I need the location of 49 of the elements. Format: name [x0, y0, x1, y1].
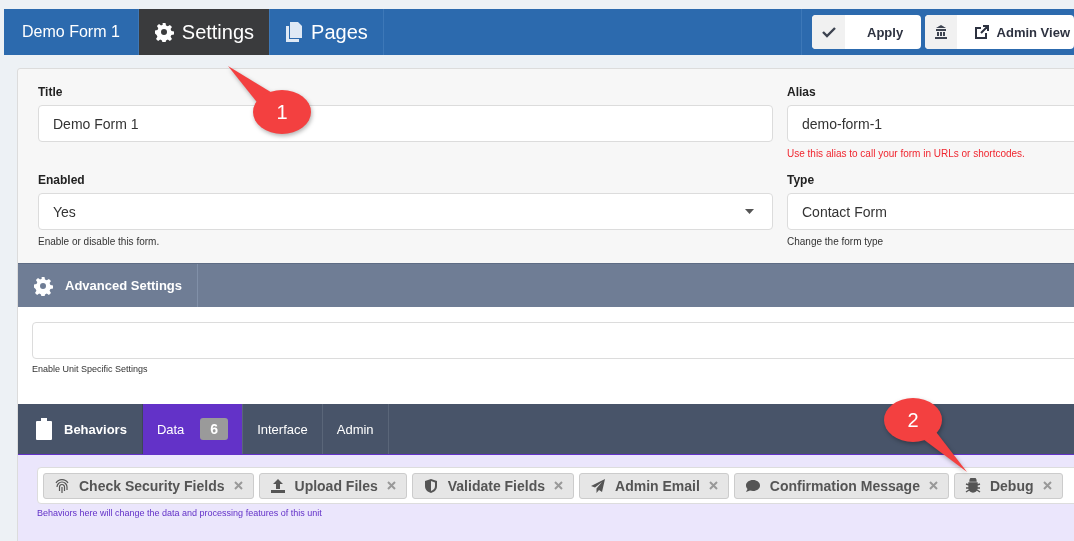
- behavior-tag[interactable]: Upload Files: [258, 472, 407, 499]
- clipboard-icon: [36, 418, 52, 440]
- text-field[interactable]: demo-form-1: [787, 105, 1074, 142]
- pages-icon: [285, 22, 304, 42]
- field-label: Title: [38, 85, 64, 99]
- close-icon[interactable]: [928, 481, 938, 490]
- close-icon[interactable]: [1042, 481, 1052, 490]
- building-icon: [934, 25, 947, 39]
- behavior-tag[interactable]: Check Security Fields: [43, 472, 254, 499]
- section-title: Advanced Settings: [65, 278, 183, 293]
- top-tab[interactable]: Settings: [138, 9, 271, 55]
- tag-field[interactable]: Check Security Fields Upload Files Validate Fields Admin Email Confirmation Message Debug: [37, 467, 1074, 504]
- gear-icon: [153, 22, 174, 42]
- behavior-tag[interactable]: Validate Fields: [411, 472, 574, 499]
- select-field[interactable]: Yes: [38, 193, 773, 230]
- text-field[interactable]: [32, 322, 1074, 359]
- check-icon: [821, 26, 836, 38]
- field-label: Alias: [787, 85, 817, 99]
- help-text: Enable or disable this form.: [38, 236, 161, 247]
- gear-icon: [33, 275, 53, 296]
- admin-view-button[interactable]: Admin View: [925, 15, 1074, 49]
- help-text: Change the form type: [787, 236, 885, 247]
- form-title: Demo Form 1: [4, 9, 139, 55]
- count-badge: 6: [200, 418, 229, 440]
- external-link-icon: [974, 25, 989, 39]
- fingerprint-icon: [54, 477, 70, 494]
- caret-icon: [745, 209, 754, 214]
- bug-icon: [964, 477, 981, 494]
- close-icon[interactable]: [554, 481, 563, 490]
- help-text: Behaviors here will change the data and processing features of this unit: [37, 508, 323, 518]
- shield-icon: [422, 477, 439, 494]
- field-label: Type: [787, 173, 816, 187]
- close-icon[interactable]: [708, 481, 718, 490]
- help-text: Use this alias to call your form in URLs or shortcodes.: [787, 148, 1026, 159]
- top-tab[interactable]: Pages: [270, 9, 384, 55]
- speech-bubble-icon: [744, 477, 761, 494]
- close-icon[interactable]: [233, 481, 243, 490]
- field-label: Enabled: [38, 173, 86, 187]
- close-icon[interactable]: [386, 481, 396, 490]
- section-tab[interactable]: Data 6: [142, 404, 244, 454]
- paper-plane-icon: [590, 477, 606, 494]
- text-field[interactable]: Contact Form: [787, 193, 1074, 230]
- help-text: Enable Unit Specific Settings: [32, 364, 149, 374]
- upload-icon: [269, 477, 286, 494]
- behavior-tag[interactable]: Admin Email: [579, 472, 729, 499]
- apply-button[interactable]: Apply: [812, 15, 922, 49]
- behavior-tag[interactable]: Confirmation Message: [733, 472, 949, 499]
- behavior-tag[interactable]: Debug: [953, 472, 1063, 499]
- section-title: Behaviors: [64, 421, 127, 437]
